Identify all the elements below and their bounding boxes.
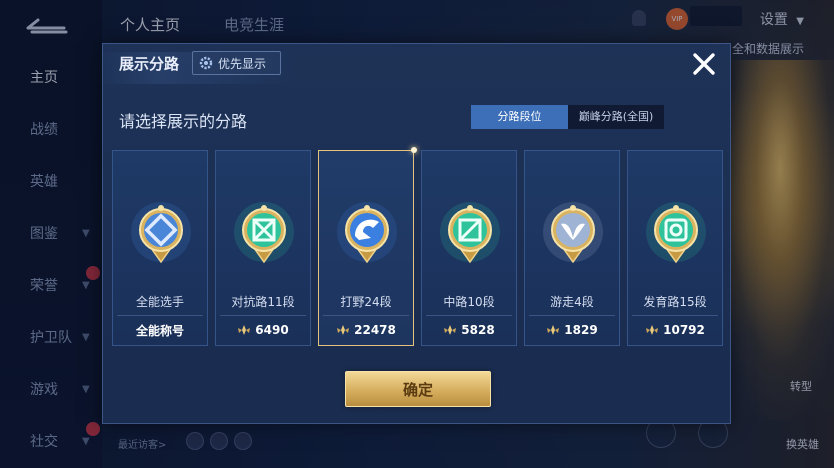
rank-points-icon [547,325,560,335]
lane-card-score: 1829 [525,319,619,341]
lane-card[interactable]: 打野24段 22478 [318,147,417,346]
lane-card[interactable]: 对抗路11段 6490 [215,150,311,346]
lane-card-score: 全能称号 [113,319,207,341]
lane-card-name: 游走4段 [550,295,594,309]
ranking-type-toggle: 分路段位 巅峰分路(全国) [471,105,664,129]
confirm-button[interactable]: 确定 [345,371,491,407]
lane-card-score-value: 1829 [564,323,598,337]
lane-card-score: 5828 [422,319,516,341]
card-divider [323,315,409,316]
lane-card-score: 22478 [319,319,413,341]
lane-card-score: 10792 [628,319,722,341]
lane-card-score-value: 22478 [354,323,396,337]
rank-points-icon [646,325,659,335]
lane-card-name: 全能选手 [135,295,184,309]
lane-card-score-value: 5828 [461,323,495,337]
farm-lane-emblem-icon [646,202,706,264]
roam-emblem-icon [543,202,603,264]
lane-card[interactable]: 中路10段 5828 [421,150,517,346]
rank-points-icon [444,325,457,335]
lane-card-name: 中路10段 [443,295,495,309]
lane-card[interactable]: 发育路15段 10792 [627,150,723,346]
lane-display-dialog: 展示分路 优先显示 请选择展示的分路 分路段位 巅峰分路(全国) 全能选手全能称… [97,43,731,424]
lane-card-name: 对抗路11段 [231,295,295,309]
lane-card-list: 全能选手 全能称号 对抗路11段 6490 打野24段 22478 中路10段 5828 游走4… [112,147,723,346]
lane-card-score: 6490 [216,319,310,341]
lane-card[interactable]: 游走4段 1829 [524,150,620,346]
clash-lane-emblem-icon [234,202,294,264]
lane-card-name: 打野24段 [340,295,392,309]
dialog-title: 展示分路 [119,55,180,73]
all-round-emblem-icon [131,202,191,264]
priority-display-button[interactable]: 优先显示 [192,51,281,75]
card-divider [529,315,615,316]
card-divider [426,315,512,316]
lane-card[interactable]: 全能选手 全能称号 [112,150,208,346]
rank-points-icon [238,325,251,335]
confirm-label: 确定 [402,380,433,399]
lane-card-score-value: 6490 [255,323,289,337]
jungle-emblem-icon [337,202,397,264]
lane-card-name: 发育路15段 [643,295,707,309]
close-icon [693,53,715,75]
card-divider [220,315,306,316]
tab-peak-lane-national[interactable]: 巅峰分路(全国) [568,105,664,129]
gear-icon [199,56,213,70]
card-divider [117,315,203,316]
select-lane-prompt: 请选择展示的分路 [119,112,248,131]
mid-lane-emblem-icon [440,202,500,264]
lane-card-score-value: 10792 [663,323,705,337]
tab-lane-rank[interactable]: 分路段位 [471,105,568,129]
priority-display-label: 优先显示 [218,56,267,71]
lane-card-score-value: 全能称号 [135,323,184,338]
rank-points-icon [337,325,350,335]
close-button[interactable] [690,50,718,78]
card-divider [632,315,718,316]
